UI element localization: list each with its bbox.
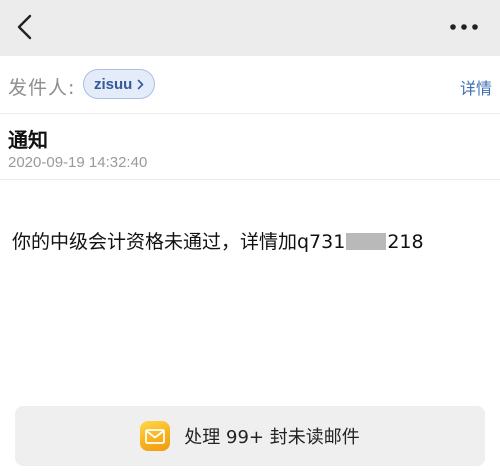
chevron-left-icon xyxy=(17,14,32,40)
sender-name: zisuu xyxy=(94,75,133,93)
email-detail-screen: 发件人: zisuu 详情 通知 2020-09-19 14:32:40 你的中… xyxy=(0,0,500,471)
sender-chip[interactable]: zisuu xyxy=(83,69,156,99)
email-body-prefix: 你的中级会计资格未通过，详情加q731 xyxy=(12,231,346,253)
header-divider xyxy=(0,179,500,180)
redaction-block xyxy=(346,233,387,250)
sender-row: 发件人: zisuu 详情 xyxy=(0,56,500,114)
chevron-right-icon xyxy=(137,79,144,90)
email-body-suffix: 218 xyxy=(387,231,424,253)
details-link[interactable]: 详情 xyxy=(460,75,492,99)
process-unread-label: 处理 99+ 封未读邮件 xyxy=(184,427,360,448)
sender-label: 发件人: xyxy=(8,77,76,99)
more-options-button[interactable] xyxy=(444,12,484,42)
email-datetime: 2020-09-19 14:32:40 xyxy=(8,154,148,171)
mail-envelope-icon xyxy=(140,421,171,451)
top-nav-bar xyxy=(0,0,500,56)
ellipsis-horizontal-icon xyxy=(450,24,478,30)
email-body: 你的中级会计资格未通过，详情加q731 218 xyxy=(12,227,424,254)
process-unread-button[interactable]: 处理 99+ 封未读邮件 xyxy=(15,406,485,466)
back-button[interactable] xyxy=(8,10,42,44)
email-subject: 通知 xyxy=(8,128,48,152)
